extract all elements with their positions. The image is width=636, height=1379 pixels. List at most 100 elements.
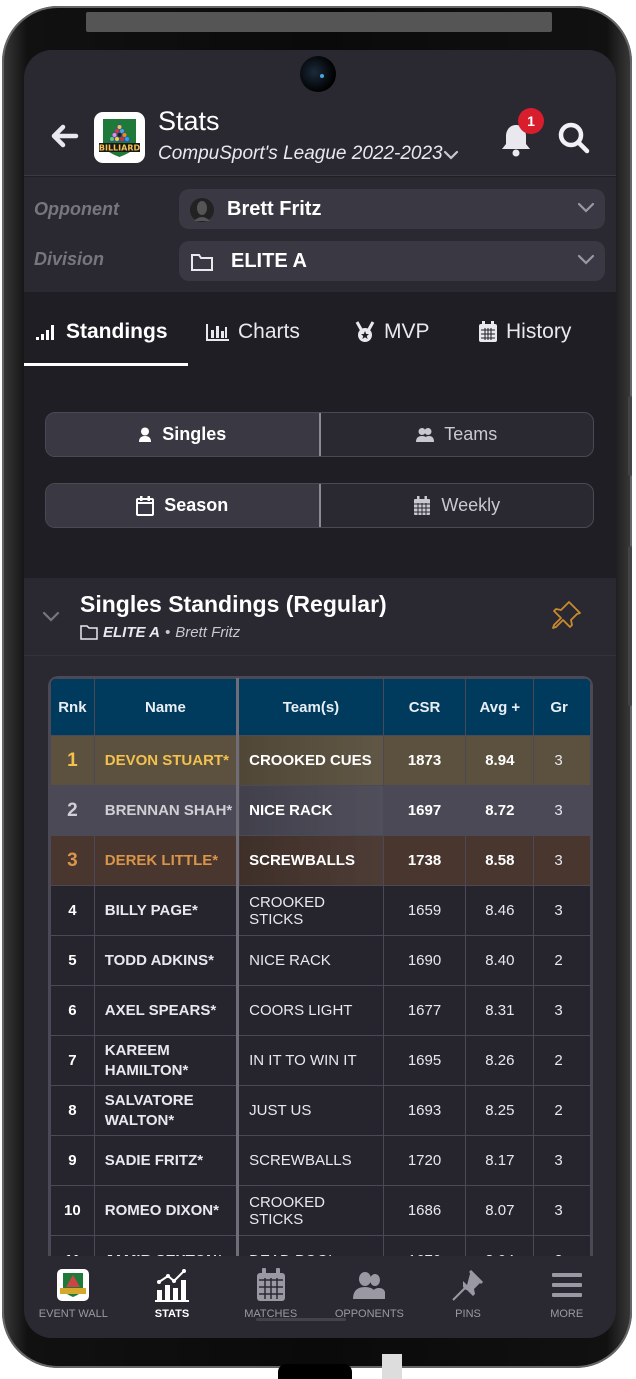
app-screen: BILLIARD Stats CompuSport's League 2022-… — [24, 50, 616, 1338]
tab-label: MVP — [384, 320, 430, 343]
table-row[interactable]: 2 BRENNAN SHAH* NICE RACK 1697 8.72 3 — [50, 785, 591, 836]
nav-pins[interactable]: PINS — [419, 1256, 518, 1338]
folder-icon — [191, 254, 213, 271]
teams-toggle-button[interactable]: Teams — [321, 413, 594, 456]
pin-icon — [452, 1270, 484, 1301]
column-header-rank[interactable]: Rnk — [50, 678, 95, 736]
weekly-toggle-button[interactable]: Weekly — [321, 484, 594, 527]
csr-cell: 1695 — [382, 1035, 467, 1086]
player-name-cell[interactable]: BILLY PAGE* — [93, 885, 240, 936]
period-toggle: Season Weekly — [45, 483, 594, 528]
subtitle-opponent: Brett Fritz — [175, 624, 241, 641]
standings-table-scroll[interactable]: Rnk Name Team(s) CSR Avg + Gr 1 DEVON STU… — [48, 676, 593, 1316]
league-selector[interactable]: CompuSport's League 2022-2023 — [158, 143, 443, 165]
chevron-down-icon[interactable] — [42, 610, 60, 624]
table-row[interactable]: 8 SALVATORE WALTON* JUST US 1693 8.25 2 — [50, 1085, 591, 1136]
table-row[interactable]: 9 SADIE FRITZ* SCREWBALLS 1720 8.17 3 — [50, 1135, 591, 1186]
csr-cell: 1873 — [382, 735, 467, 786]
rank-cell: 7 — [50, 1035, 95, 1086]
division-value: ELITE A — [231, 250, 307, 272]
home-indicator — [256, 1318, 346, 1321]
division-select[interactable]: ELITE A — [179, 241, 605, 281]
table-row[interactable]: 10 ROMEO DIXON* CROOKED STICKS 1686 8.07 3 — [50, 1185, 591, 1236]
csr-cell: 1697 — [382, 785, 467, 836]
page-title: Stats — [158, 106, 220, 136]
tab-mvp[interactable]: MVP — [354, 320, 430, 344]
column-header-csr[interactable]: CSR — [382, 678, 467, 736]
player-name-cell[interactable]: KAREEM HAMILTON* — [93, 1035, 240, 1086]
stats-chart-icon — [155, 1269, 189, 1302]
opponent-select[interactable]: Brett Fritz — [179, 189, 605, 229]
folder-icon — [80, 625, 98, 640]
table-row[interactable]: 7 KAREEM HAMILTON* IN IT TO WIN IT 1695 8.26… — [50, 1035, 591, 1086]
standings-card-body: Rnk Name Team(s) CSR Avg + Gr 1 DEVON STU… — [24, 656, 616, 1316]
table-row[interactable]: 1 DEVON STUART* CROOKED CUES 1873 8.94 3 — [50, 735, 591, 786]
avg-cell: 8.17 — [465, 1135, 535, 1186]
column-header-gr[interactable]: Gr — [533, 678, 591, 736]
league-logo[interactable]: BILLIARD — [94, 112, 145, 163]
arrow-left-icon — [51, 124, 79, 148]
season-label: Season — [164, 495, 229, 515]
csr-cell: 1720 — [382, 1135, 467, 1186]
chevron-down-icon[interactable] — [442, 146, 460, 164]
season-toggle-button[interactable]: Season — [46, 484, 321, 527]
tab-standings[interactable]: Standings — [36, 320, 168, 344]
column-header-teams[interactable]: Team(s) — [237, 678, 384, 736]
standings-title: Singles Standings (Regular) — [80, 591, 387, 617]
chevron-down-icon — [577, 254, 595, 265]
tab-history[interactable]: History — [478, 320, 571, 344]
column-header-avg[interactable]: Avg + — [465, 678, 535, 736]
rank-cell: 4 — [50, 885, 95, 936]
phone-side-button — [628, 396, 632, 476]
player-name-cell[interactable]: DEREK LITTLE* — [93, 835, 240, 886]
avg-cell: 8.26 — [465, 1035, 535, 1086]
table-row[interactable]: 4 BILLY PAGE* CROOKED STICKS 1659 8.46 3 — [50, 885, 591, 936]
gr-cell: 2 — [533, 1085, 591, 1136]
pin-button[interactable] — [548, 598, 584, 634]
nav-matches[interactable]: MATCHES — [221, 1256, 320, 1338]
gr-cell: 3 — [533, 1185, 591, 1236]
search-button[interactable] — [556, 120, 592, 156]
team-cell: NICE RACK — [237, 935, 384, 986]
nav-label: PINS — [455, 1308, 481, 1320]
csr-cell: 1659 — [382, 885, 467, 936]
rank-cell: 1 — [50, 735, 95, 786]
chevron-down-icon — [577, 202, 595, 213]
calendar-grid-icon — [414, 495, 431, 515]
player-name-cell[interactable]: TODD ADKINS* — [93, 935, 240, 986]
player-name-cell[interactable]: DEVON STUART* — [93, 735, 240, 786]
csr-cell: 1686 — [382, 1185, 467, 1236]
phone-frame: BILLIARD Stats CompuSport's League 2022-… — [2, 6, 632, 1368]
player-name-cell[interactable]: SADIE FRITZ* — [93, 1135, 240, 1186]
tab-label: Standings — [66, 320, 168, 343]
team-cell: NICE RACK — [237, 785, 384, 836]
singles-toggle-button[interactable]: Singles — [46, 413, 321, 456]
rank-cell: 5 — [50, 935, 95, 986]
table-row[interactable]: 3 DEREK LITTLE* SCREWBALLS 1738 8.58 3 — [50, 835, 591, 886]
back-button[interactable] — [48, 120, 80, 152]
nav-stats[interactable]: STATS — [123, 1256, 222, 1338]
subtitle-separator: • — [164, 624, 171, 641]
phone-top-edge — [86, 12, 552, 32]
opponent-label: Opponent — [34, 199, 119, 219]
player-name-cell[interactable]: SALVATORE WALTON* — [93, 1085, 240, 1136]
column-header-name[interactable]: Name — [93, 678, 240, 736]
nav-event-wall[interactable]: EVENT WALL — [24, 1256, 123, 1338]
front-camera — [300, 56, 336, 92]
tab-charts[interactable]: Charts — [206, 320, 300, 344]
team-cell: SCREWBALLS — [237, 835, 384, 886]
nav-label: STATS — [154, 1308, 190, 1320]
rank-cell: 8 — [50, 1085, 95, 1136]
filters-panel: Opponent Brett Fritz Division ELITE A — [24, 177, 616, 292]
nav-more[interactable]: MORE — [517, 1256, 616, 1338]
table-row[interactable]: 6 AXEL SPEARS* COORS LIGHT 1677 8.31 3 — [50, 985, 591, 1036]
player-name-cell[interactable]: BRENNAN SHAH* — [93, 785, 240, 836]
nav-opponents[interactable]: OPPONENTS — [320, 1256, 419, 1338]
player-name-cell[interactable]: AXEL SPEARS* — [93, 985, 240, 1036]
weekly-label: Weekly — [441, 495, 501, 515]
table-row[interactable]: 5 TODD ADKINS* NICE RACK 1690 8.40 2 — [50, 935, 591, 986]
player-name-cell[interactable]: ROMEO DIXON* — [93, 1185, 240, 1236]
rank-cell: 9 — [50, 1135, 95, 1186]
user-icon — [139, 427, 152, 442]
gr-cell: 3 — [533, 735, 591, 786]
